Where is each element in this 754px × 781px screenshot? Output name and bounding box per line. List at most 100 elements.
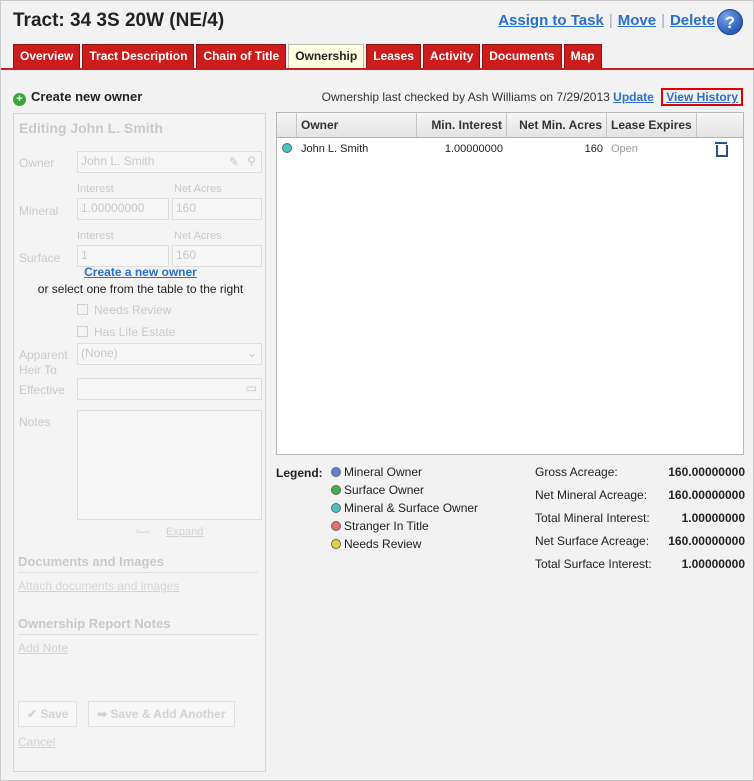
save-label: Save xyxy=(40,707,69,721)
stat-label: Gross Acreage: xyxy=(535,465,618,479)
mineral-net-acres-field[interactable]: 160 xyxy=(172,198,262,220)
net-min-acres-cell: 160 xyxy=(584,143,603,155)
tabs-divider xyxy=(1,68,754,70)
needs-review-label: Needs Review xyxy=(94,303,172,317)
move-link[interactable]: Move xyxy=(618,12,656,29)
apparent-heir-select[interactable]: (None) ⌄ xyxy=(77,343,262,365)
column-header-owner[interactable]: Owner xyxy=(297,113,417,137)
apparent-heir-label: Apparent Heir To xyxy=(19,348,68,377)
create-new-owner-link[interactable]: Create a new owner xyxy=(84,265,197,279)
surface-interest-label: Interest xyxy=(77,230,114,242)
separator: | xyxy=(608,12,613,29)
stat-value: 160.00000000 xyxy=(668,534,745,548)
create-new-owner-label: Create new owner xyxy=(31,89,143,104)
page-title: Tract: 34 3S 20W (NE/4) xyxy=(13,10,225,31)
effective-date-field[interactable]: ▭ xyxy=(77,378,262,400)
title-bar: Tract: 34 3S 20W (NE/4) Assign to Task | M… xyxy=(1,1,754,43)
save-add-label: Save & Add Another xyxy=(110,707,226,721)
assign-to-task-link[interactable]: Assign to Task xyxy=(498,12,604,29)
column-header-min-interest[interactable]: Min. Interest xyxy=(417,113,507,137)
effective-label: Effective xyxy=(19,383,65,397)
notes-label: Notes xyxy=(19,415,51,429)
stat-value: 1.00000000 xyxy=(681,557,745,571)
add-note-link[interactable]: Add Note xyxy=(18,641,68,655)
legend-item: Needs Review xyxy=(331,537,478,555)
legend-item-label: Surface Owner xyxy=(344,483,425,497)
trash-icon[interactable] xyxy=(715,141,728,157)
legend-item: Stranger In Title xyxy=(331,519,478,537)
surface-net-acres-label: Net Acres xyxy=(174,230,222,242)
legend-item: Mineral & Surface Owner xyxy=(331,501,478,519)
attach-documents-link[interactable]: Attach documents and images xyxy=(18,579,179,593)
view-history-link[interactable]: View History xyxy=(661,88,743,106)
mineral-interest-label: Interest xyxy=(77,183,114,195)
cancel-link[interactable]: Cancel xyxy=(18,735,55,749)
actions-column-header xyxy=(697,113,743,137)
checkbox-box xyxy=(77,326,88,337)
owner-label: Owner xyxy=(19,156,55,170)
column-header-net-min-acres[interactable]: Net Min. Acres xyxy=(507,113,607,137)
tab-ownership[interactable]: Ownership xyxy=(288,44,365,70)
save-button[interactable]: ✔ Save xyxy=(18,701,78,727)
separator: | xyxy=(661,12,665,29)
arrow-right-icon: ➡ xyxy=(97,707,111,721)
legend-item: Mineral Owner xyxy=(331,465,478,483)
mineral-surface-owner-dot-icon xyxy=(331,503,341,513)
check-icon: ✔ xyxy=(27,707,41,721)
tab-map[interactable]: Map xyxy=(563,44,602,69)
surface-label: Surface xyxy=(19,251,61,265)
select-owner-message: Create a new owner or select one from th… xyxy=(14,264,267,298)
calendar-icon[interactable]: ▭ xyxy=(246,381,257,395)
stat-row: Total Surface Interest: 1.00000000 xyxy=(535,557,745,580)
needs-review-dot-icon xyxy=(331,539,341,549)
legend-item: Surface Owner xyxy=(331,483,478,501)
has-life-estate-checkbox[interactable]: Has Life Estate xyxy=(77,325,175,339)
tab-chain-of-title[interactable]: Chain of Title xyxy=(196,44,287,69)
min-interest-cell: 1.00000000 xyxy=(444,143,503,155)
stat-value: 1.00000000 xyxy=(681,511,745,525)
owner-editor-panel: Editing John L. Smith Owner John L. Smit… xyxy=(13,113,266,772)
search-icon[interactable]: ⚲ xyxy=(247,154,256,168)
update-link[interactable]: Update xyxy=(613,90,654,104)
mineral-owner-dot-icon xyxy=(331,467,341,477)
table-row[interactable]: John L. Smith 1.00000000 160 Open xyxy=(277,138,743,160)
select-owner-hint: or select one from the table to the righ… xyxy=(37,282,244,296)
ownership-checked-text: Ownership last checked by Ash Williams o… xyxy=(321,90,610,104)
legend-list: Mineral Owner Surface Owner Mineral & Su… xyxy=(331,465,478,555)
mineral-label: Mineral xyxy=(19,204,59,218)
lease-expires-cell: Open xyxy=(611,143,638,155)
stat-value: 160.00000000 xyxy=(668,465,745,479)
notes-textarea[interactable] xyxy=(77,410,262,520)
apparent-heir-value: (None) xyxy=(81,346,118,360)
needs-review-checkbox[interactable]: Needs Review xyxy=(77,303,171,317)
tab-tract-description[interactable]: Tract Description xyxy=(82,44,195,69)
tab-documents[interactable]: Documents xyxy=(482,44,562,69)
tab-leases[interactable]: Leases xyxy=(366,44,421,69)
owner-field[interactable]: John L. Smith ✎ ⚲ xyxy=(77,151,262,173)
help-icon[interactable]: ? xyxy=(717,9,743,35)
mineral-interest-field[interactable]: 1.00000000 xyxy=(77,198,169,220)
checkbox-box xyxy=(77,304,88,315)
legend-label: Legend: xyxy=(276,466,323,480)
owner-field-value: John L. Smith xyxy=(81,154,155,168)
ownership-table: Owner Min. Interest Net Min. Acres Lease… xyxy=(276,112,744,455)
legend-item-label: Mineral Owner xyxy=(344,465,423,479)
report-notes-heading: Ownership Report Notes xyxy=(18,616,258,635)
save-add-another-button[interactable]: ➡ Save & Add Another xyxy=(88,701,235,727)
expand-icon: ▫–▫ xyxy=(136,526,150,538)
column-header-lease-expires[interactable]: Lease Expires xyxy=(607,113,697,137)
legend-item-label: Stranger In Title xyxy=(344,519,429,533)
stat-row: Net Surface Acreage: 160.00000000 xyxy=(535,534,745,557)
create-new-owner-button[interactable]: + Create new owner xyxy=(13,89,142,106)
tab-activity[interactable]: Activity xyxy=(422,44,481,69)
editing-heading: Editing John L. Smith xyxy=(19,120,163,136)
pencil-icon[interactable]: ✎ xyxy=(229,155,239,169)
has-life-estate-label: Has Life Estate xyxy=(94,325,176,339)
stat-label: Total Surface Interest: xyxy=(535,557,652,571)
table-header: Owner Min. Interest Net Min. Acres Lease… xyxy=(277,113,743,138)
expand-link[interactable]: Expand xyxy=(166,526,203,538)
ownership-checked-line: Ownership last checked by Ash Williams o… xyxy=(321,88,743,106)
delete-link[interactable]: Delete xyxy=(670,12,715,29)
tab-overview[interactable]: Overview xyxy=(13,44,81,69)
tab-bar: Overview Tract Description Chain of Titl… xyxy=(13,44,602,70)
